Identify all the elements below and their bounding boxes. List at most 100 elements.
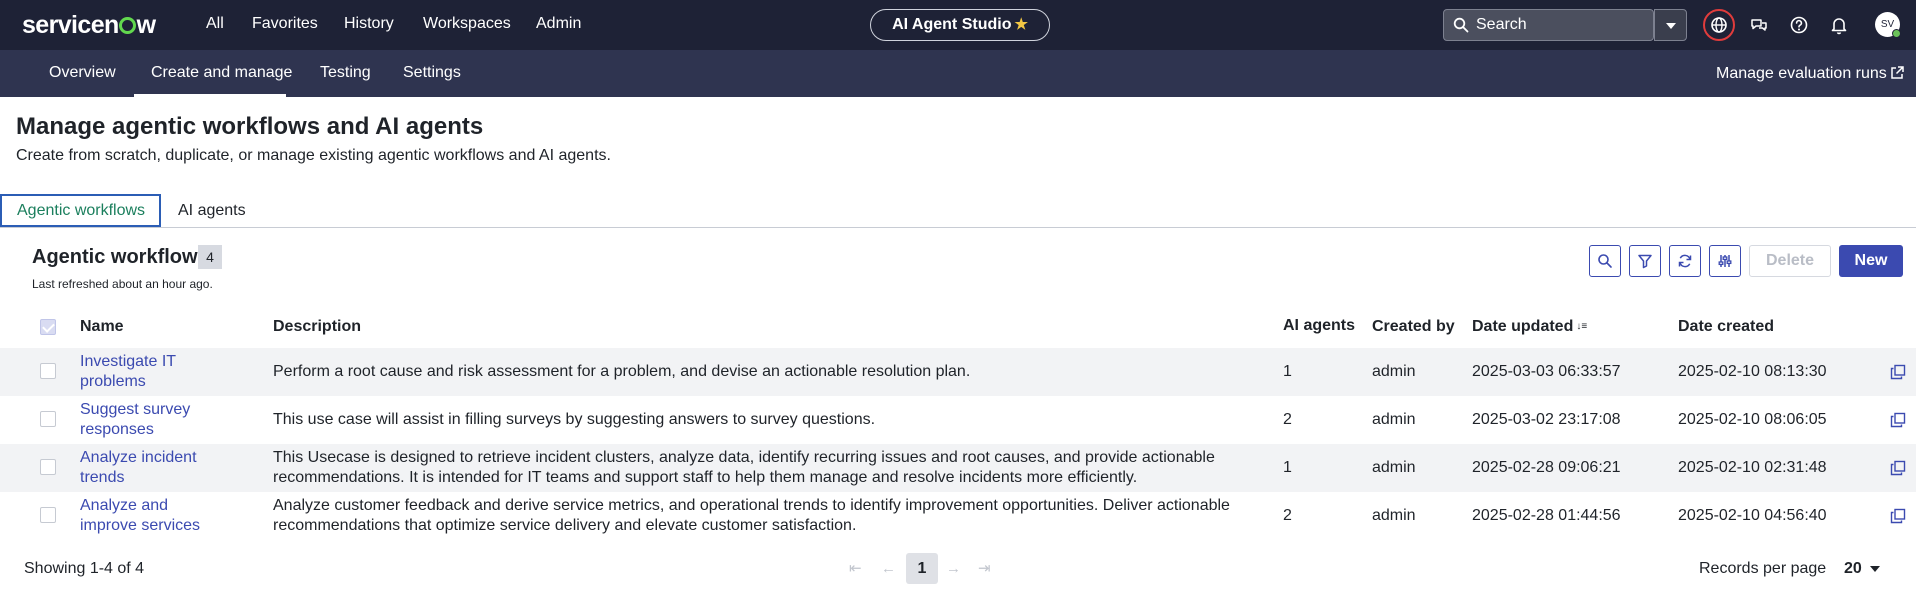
first-page-icon[interactable]: ⇤	[849, 560, 862, 578]
records-per-page-label: Records per page	[1699, 560, 1827, 577]
row-ai-agents: 2	[1283, 507, 1292, 524]
next-page-icon[interactable]: →	[946, 560, 961, 578]
row-ai-agents: 2	[1283, 411, 1292, 428]
global-search-input[interactable]: Search	[1443, 9, 1654, 41]
help-icon[interactable]	[1787, 13, 1811, 37]
row-created-by: admin	[1372, 411, 1416, 428]
subnav-create-and-manage[interactable]: Create and manage	[151, 64, 292, 82]
row-checkbox[interactable]	[40, 411, 56, 427]
copy-icon[interactable]	[1890, 508, 1906, 524]
row-description: This use case will assist in filling sur…	[273, 411, 876, 428]
row-ai-agents: 1	[1283, 459, 1292, 476]
select-all-checkbox[interactable]	[40, 319, 56, 335]
row-created-by: admin	[1372, 459, 1416, 476]
row-checkbox[interactable]	[40, 459, 56, 475]
row-created-by: admin	[1372, 363, 1416, 380]
row-date-created: 2025-02-10 02:31:48	[1678, 459, 1827, 476]
table-header-row: Name Description AI agents Created by Da…	[0, 313, 1916, 343]
nav-workspaces[interactable]: Workspaces	[423, 14, 511, 34]
delete-button[interactable]: Delete	[1749, 245, 1831, 277]
tab-ai-agents[interactable]: AI agents	[163, 194, 261, 227]
star-icon[interactable]: ★	[1014, 16, 1027, 33]
top-navigation-bar: servicen w All Favorites History Workspac…	[0, 0, 1916, 50]
servicenow-logo[interactable]: servicen w	[22, 11, 156, 39]
nav-all[interactable]: All	[206, 14, 224, 34]
table-row[interactable]: Analyze incident trends This Usecase is …	[0, 444, 1916, 492]
new-button[interactable]: New	[1839, 245, 1903, 277]
search-list-button[interactable]	[1589, 245, 1621, 277]
copy-icon[interactable]	[1890, 460, 1906, 476]
bell-icon[interactable]	[1827, 13, 1851, 37]
row-checkbox[interactable]	[40, 507, 56, 523]
chevron-down-icon[interactable]	[1870, 566, 1880, 572]
row-date-created: 2025-02-10 08:13:30	[1678, 363, 1827, 380]
refresh-icon	[1678, 254, 1692, 268]
search-icon	[1453, 17, 1469, 33]
nav-history[interactable]: History	[344, 14, 394, 34]
presence-indicator	[1892, 29, 1901, 38]
tab-agentic-workflows[interactable]: Agentic workflows	[0, 194, 161, 227]
row-checkbox[interactable]	[40, 363, 56, 379]
subnav-settings[interactable]: Settings	[403, 64, 461, 82]
app-title: AI Agent Studio	[892, 16, 1012, 33]
showing-count: Showing 1-4 of 4	[24, 560, 145, 577]
app-title-pill[interactable]: AI Agent Studio ★	[870, 9, 1050, 41]
secondary-navigation-bar: Overview Create and manage Testing Setti…	[0, 50, 1916, 97]
row-date-updated: 2025-03-02 23:17:08	[1472, 411, 1621, 428]
row-date-updated: 2025-03-03 06:33:57	[1472, 363, 1621, 380]
manage-evaluation-runs-link[interactable]: Manage evaluation runs	[1716, 65, 1887, 83]
table-row[interactable]: Suggest survey responses This use case w…	[0, 396, 1916, 444]
refresh-button[interactable]	[1669, 245, 1701, 277]
row-date-created: 2025-02-10 08:06:05	[1678, 411, 1827, 428]
list-title: Agentic workflows	[32, 246, 209, 268]
count-badge: 4	[198, 245, 222, 269]
chevron-down-icon	[1666, 23, 1676, 29]
column-header-name[interactable]: Name	[80, 318, 124, 336]
logo-o-ring	[119, 17, 137, 34]
last-refreshed-text: Last refreshed about an hour ago.	[32, 277, 213, 291]
tabs-divider	[0, 227, 1916, 228]
row-description: Perform a root cause and risk assessment…	[273, 363, 971, 380]
column-header-date-updated[interactable]: Date updated ↓≡	[1472, 318, 1587, 336]
external-link-icon[interactable]	[1890, 66, 1904, 80]
chat-icon[interactable]	[1747, 13, 1771, 37]
records-per-page-select[interactable]: 20	[1844, 560, 1862, 578]
row-name-link[interactable]: Suggest survey responses	[80, 400, 220, 440]
user-avatar[interactable]: SV	[1875, 12, 1901, 38]
current-page-button[interactable]: 1	[906, 553, 938, 584]
active-subnav-indicator	[134, 94, 286, 97]
list-settings-button[interactable]	[1709, 245, 1741, 277]
avatar-initials: SV	[1880, 19, 1895, 30]
search-scope-dropdown[interactable]	[1654, 9, 1687, 41]
row-date-updated: 2025-02-28 01:44:56	[1472, 507, 1621, 524]
nav-favorites[interactable]: Favorites	[252, 14, 318, 34]
subnav-overview[interactable]: Overview	[49, 64, 116, 82]
previous-page-icon[interactable]: ←	[881, 560, 896, 578]
sort-desc-icon[interactable]: ↓≡	[1576, 318, 1587, 336]
row-name-link[interactable]: Analyze incident trends	[80, 448, 220, 488]
date-updated-label: Date updated	[1472, 318, 1574, 335]
subnav-testing[interactable]: Testing	[320, 64, 371, 82]
copy-icon[interactable]	[1890, 412, 1906, 428]
row-description: Analyze customer feedback and derive ser…	[273, 497, 1230, 534]
column-header-date-created[interactable]: Date created	[1678, 318, 1774, 336]
row-created-by: admin	[1372, 507, 1416, 524]
last-page-icon[interactable]: ⇥	[978, 560, 991, 578]
column-header-description[interactable]: Description	[273, 318, 361, 336]
column-header-created-by[interactable]: Created by	[1372, 318, 1455, 336]
page-subtitle: Create from scratch, duplicate, or manag…	[16, 147, 611, 164]
filter-button[interactable]	[1629, 245, 1661, 277]
row-name-link[interactable]: Investigate IT problems	[80, 352, 220, 392]
copy-icon[interactable]	[1890, 364, 1906, 380]
nav-admin[interactable]: Admin	[536, 14, 581, 34]
row-date-updated: 2025-02-28 09:06:21	[1472, 459, 1621, 476]
page-title: Manage agentic workflows and AI agents	[16, 113, 484, 140]
globe-icon[interactable]	[1707, 13, 1731, 37]
settings-sliders-icon	[1718, 255, 1732, 267]
row-name-link[interactable]: Analyze and improve services	[80, 496, 220, 536]
filter-icon	[1638, 254, 1652, 269]
column-header-ai-agents[interactable]: AI agents	[1283, 317, 1355, 335]
table-row[interactable]: Analyze and improve services Analyze cus…	[0, 492, 1916, 540]
table-row[interactable]: Investigate IT problems Perform a root c…	[0, 348, 1916, 396]
row-date-created: 2025-02-10 04:56:40	[1678, 507, 1827, 524]
